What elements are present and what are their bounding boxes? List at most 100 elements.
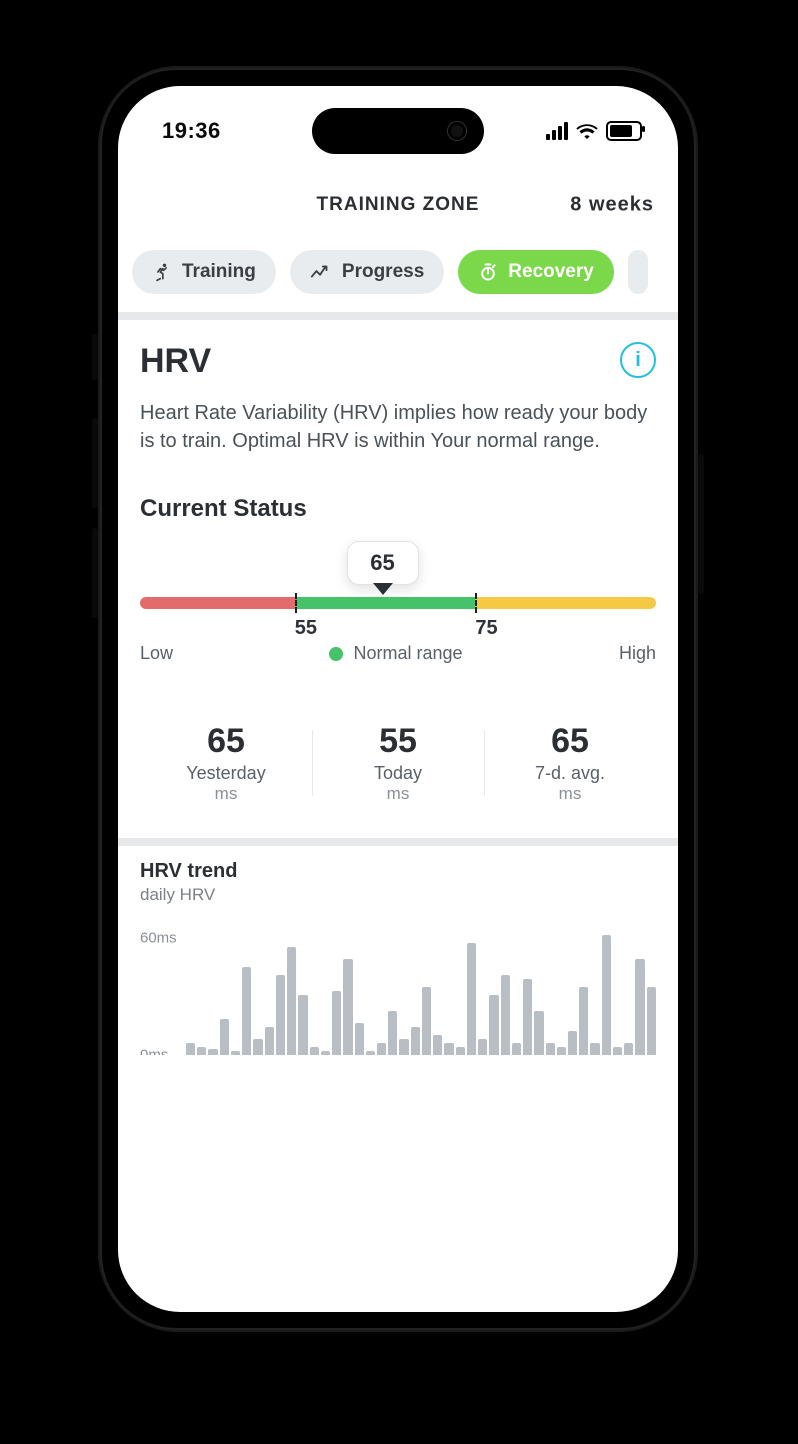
chart-y-bottom-label: 0ms [140, 1047, 168, 1056]
chart-bar [478, 1039, 487, 1055]
hrv-range-marker: 65 [347, 541, 419, 595]
hrv-range-bar: 55 75 [140, 597, 656, 609]
chevron-down-icon [373, 583, 393, 595]
tab-recovery[interactable]: Recovery [458, 250, 614, 294]
chart-bar [624, 1043, 633, 1055]
chart-bar [501, 975, 510, 1055]
stat-7d-label: 7-d. avg. [484, 763, 656, 784]
stopwatch-icon [478, 262, 498, 282]
hrv-range-high-label: High [619, 643, 656, 664]
info-button[interactable]: i [620, 342, 656, 378]
tab-training[interactable]: Training [132, 250, 276, 294]
chart-bar [433, 1035, 442, 1055]
hrv-range-seg-high [475, 597, 656, 609]
hrv-range-seg-low [140, 597, 295, 609]
chart-bar [456, 1047, 465, 1055]
chart-bar [253, 1039, 262, 1055]
phone-frame: 19:36 TRAINING ZONE 8 weeks [98, 66, 698, 1332]
side-button-power [698, 454, 704, 594]
legend-dot-icon [329, 647, 343, 661]
tab-progress[interactable]: Progress [290, 250, 444, 294]
chart-bar [343, 959, 352, 1055]
chart-bar [388, 1011, 397, 1055]
chart-bar [444, 1043, 453, 1055]
chart-bar [647, 987, 656, 1055]
stat-yesterday: 65 Yesterday ms [140, 722, 312, 804]
current-status-heading: Current Status [140, 495, 656, 523]
chart-bar [197, 1047, 206, 1055]
info-icon: i [635, 349, 641, 372]
chart-bar [366, 1051, 375, 1055]
stat-today-unit: ms [312, 784, 484, 804]
page-title: TRAINING ZONE [317, 194, 480, 216]
hrv-trend-subtitle: daily HRV [140, 885, 656, 905]
chart-bar [355, 1023, 364, 1055]
chart-bar [512, 1043, 521, 1055]
side-button-vol-down [92, 528, 98, 618]
chart-bar [590, 1043, 599, 1055]
app-header: TRAINING ZONE 8 weeks [118, 170, 678, 240]
tab-training-label: Training [182, 261, 256, 283]
hrv-stats-row: 65 Yesterday ms 55 Today ms 65 7-d. avg. [140, 716, 656, 826]
chart-bar [467, 943, 476, 1055]
chart-plot-area [186, 925, 656, 1055]
stat-yesterday-label: Yesterday [140, 763, 312, 784]
chart-bar [332, 991, 341, 1055]
hrv-range-legend: Low Normal range High [140, 643, 656, 664]
chart-bar [265, 1027, 274, 1055]
chart-bar [579, 987, 588, 1055]
status-bar: 19:36 [118, 108, 678, 154]
chart-bar [208, 1049, 217, 1055]
content-scroll[interactable]: TRAINING ZONE 8 weeks Training P [118, 170, 678, 1312]
hrv-range: 65 55 75 Low [140, 541, 656, 664]
status-time: 19:36 [162, 118, 221, 144]
hrv-section: HRV i Heart Rate Variability (HRV) impli… [118, 320, 678, 838]
section-divider [118, 838, 678, 846]
chart-bar [635, 959, 644, 1055]
stat-today-label: Today [312, 763, 484, 784]
runner-icon [152, 262, 172, 282]
hrv-range-seg-mid [295, 597, 476, 609]
tab-overflow[interactable] [628, 250, 648, 294]
stat-yesterday-unit: ms [140, 784, 312, 804]
stat-7d-value: 65 [484, 722, 656, 761]
chart-bar [242, 967, 251, 1055]
hrv-trend-section: HRV trend daily HRV 60ms 0ms [118, 846, 678, 1055]
chart-bar [220, 1019, 229, 1055]
tab-progress-label: Progress [342, 261, 424, 283]
tab-recovery-label: Recovery [508, 261, 594, 283]
chart-bar [557, 1047, 566, 1055]
hrv-trend-title: HRV trend [140, 860, 656, 883]
cellular-signal-icon [546, 122, 568, 140]
hrv-marker-value: 65 [347, 541, 419, 585]
hrv-range-tick-low [295, 593, 297, 613]
section-divider [118, 312, 678, 320]
stat-today: 55 Today ms [312, 722, 484, 804]
chart-bar [534, 1011, 543, 1055]
hrv-description: Heart Rate Variability (HRV) implies how… [140, 399, 656, 455]
chart-bar [276, 975, 285, 1055]
chart-bar [602, 935, 611, 1055]
chart-bar [568, 1031, 577, 1055]
chart-bar [411, 1027, 420, 1055]
chart-bars [186, 935, 656, 1055]
stat-yesterday-value: 65 [140, 722, 312, 761]
stat-7d-avg: 65 7-d. avg. ms [484, 722, 656, 804]
wifi-icon [576, 123, 598, 139]
chart-bar [613, 1047, 622, 1055]
side-button-vol-up [92, 418, 98, 508]
header-right-label[interactable]: 8 weeks [570, 194, 654, 217]
chart-bar [321, 1051, 330, 1055]
trend-up-icon [310, 263, 332, 281]
hrv-range-mid-label: Normal range [353, 643, 462, 664]
chart-bar [377, 1043, 386, 1055]
stat-7d-unit: ms [484, 784, 656, 804]
side-button-silent [92, 334, 98, 380]
chart-bar [298, 995, 307, 1055]
chart-bar [489, 995, 498, 1055]
chart-bar [523, 979, 532, 1055]
hrv-range-low-label: Low [140, 643, 173, 664]
chart-bar [546, 1043, 555, 1055]
chart-bar [231, 1051, 240, 1055]
hrv-title: HRV [140, 342, 211, 381]
